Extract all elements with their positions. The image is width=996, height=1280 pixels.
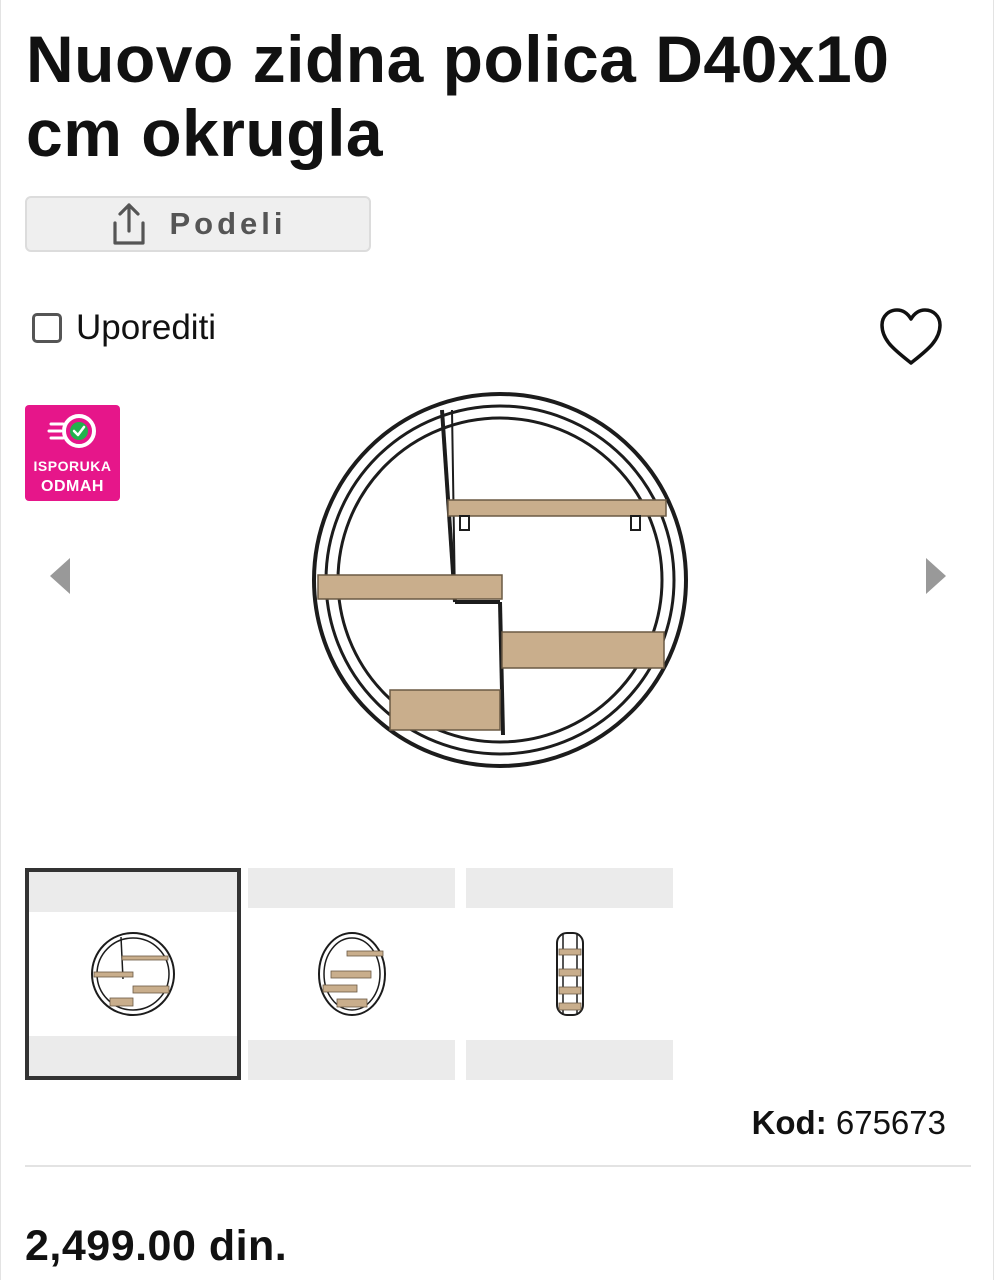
chevron-left-icon[interactable] — [46, 556, 76, 596]
compare-label: Uporediti — [76, 308, 217, 347]
product-code-label: Kod: — [751, 1104, 827, 1141]
thumbnail-image — [555, 932, 584, 1016]
share-icon — [113, 203, 146, 245]
share-button[interactable]: Podeli — [25, 196, 371, 252]
share-label: Podeli — [169, 206, 287, 241]
product-image-main — [312, 392, 688, 768]
thumbnail-band — [248, 868, 455, 908]
product-code-value: 675673 — [835, 1104, 946, 1141]
badge-line2: ODMAH — [41, 478, 104, 495]
product-code: Kod: 675673 — [752, 1104, 946, 1142]
thumbnail-image — [91, 932, 175, 1016]
fast-delivery-icon — [47, 414, 96, 448]
thumbnail-band — [466, 868, 673, 908]
thumbnail-band — [29, 872, 237, 912]
heart-icon[interactable] — [878, 306, 944, 368]
thumbnail-band — [248, 1040, 455, 1080]
thumbnail-band — [29, 1036, 237, 1076]
compare-checkbox[interactable] — [32, 313, 62, 343]
thumbnail-3[interactable] — [466, 868, 673, 1080]
chevron-right-icon[interactable] — [920, 556, 950, 596]
badge-line1: ISPORUKA — [33, 458, 112, 474]
product-price: 2,499.00 din. — [25, 1222, 288, 1270]
thumbnail-image — [317, 932, 386, 1016]
compare-toggle[interactable]: Uporediti — [32, 308, 216, 348]
product-title: Nuovo zidna polica D40x10 cm okrugla — [26, 22, 890, 170]
thumbnail-2[interactable] — [248, 868, 455, 1080]
thumbnail-1[interactable] — [25, 868, 241, 1080]
divider — [25, 1165, 971, 1167]
thumbnail-band — [466, 1040, 673, 1080]
instant-delivery-badge: ISPORUKA ODMAH — [25, 405, 120, 501]
